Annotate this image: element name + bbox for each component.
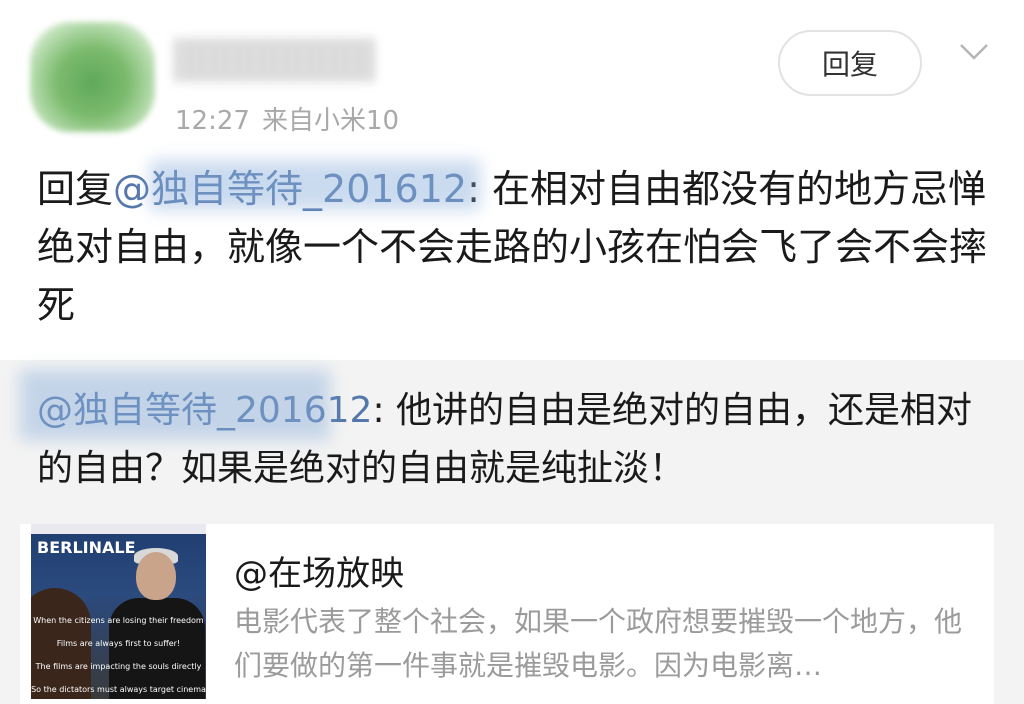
- comment-source: 来自小米10: [261, 106, 400, 136]
- thumb-topbar: [31, 524, 206, 534]
- thumb-subtitle: Films are always first to suffer!: [56, 639, 181, 648]
- card-thumbnail[interactable]: BERLINALE When the citizens are losing t…: [31, 524, 206, 699]
- chevron-down-icon[interactable]: [958, 40, 990, 64]
- card-description: 电影代表了整个社会，如果一个政府想要摧毁一个地方，他们要做的第一件事就是摧毁电影…: [234, 605, 963, 682]
- avatar[interactable]: [30, 22, 155, 132]
- thumb-person-body: [109, 598, 205, 699]
- thumb-subtitle: The films are impacting the souls direct…: [35, 662, 202, 671]
- quoted-mention-blur: [20, 370, 330, 440]
- comment-time: 12:27: [175, 106, 250, 136]
- thumb-banner: BERLINALE: [37, 538, 136, 557]
- reply-prefix: 回复: [37, 167, 114, 211]
- comment-meta: 12:27 来自小米10: [175, 100, 399, 137]
- thumb-subtitle: So the dictators must always target cine…: [31, 685, 206, 694]
- card-title[interactable]: @在场放映: [234, 546, 404, 595]
- reply-button[interactable]: 回复: [778, 30, 922, 96]
- thumb-subtitle: When the citizens are losing their freed…: [33, 616, 204, 625]
- mention-blur: [150, 160, 480, 210]
- thumb-person-head: [136, 552, 176, 600]
- username-redacted[interactable]: [175, 38, 375, 82]
